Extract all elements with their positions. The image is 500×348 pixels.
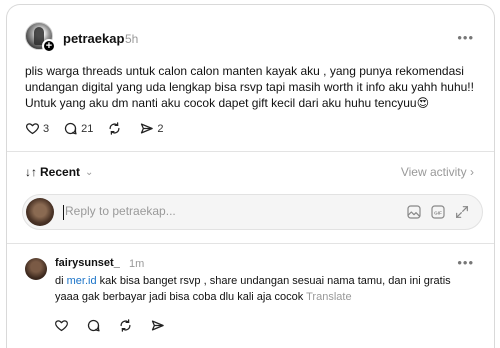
current-user-avatar bbox=[26, 198, 54, 226]
comment-text-body: kak bisa banget rsvp , share undangan se… bbox=[55, 275, 451, 303]
post-username[interactable]: petraekap bbox=[63, 31, 124, 46]
comment-avatar[interactable] bbox=[25, 258, 47, 280]
gif-icon[interactable]: GIF bbox=[430, 204, 446, 220]
view-activity-link[interactable]: View activity › bbox=[401, 165, 474, 179]
like-count: 3 bbox=[43, 122, 50, 135]
expand-icon[interactable] bbox=[454, 204, 470, 220]
divider bbox=[7, 243, 494, 244]
chevron-right-icon: › bbox=[470, 165, 474, 179]
post-timestamp: 5h bbox=[125, 32, 139, 46]
share-count: 2 bbox=[157, 122, 164, 135]
like-button[interactable]: 3 bbox=[25, 121, 49, 136]
comment-button[interactable]: 21 bbox=[63, 121, 93, 136]
comment-more-options[interactable]: ••• bbox=[457, 255, 474, 270]
repost-button[interactable] bbox=[107, 121, 125, 136]
post-body-text: plis warga threads untuk calon calon man… bbox=[25, 64, 474, 110]
share-icon bbox=[141, 123, 154, 134]
follow-plus-icon[interactable]: + bbox=[42, 39, 56, 53]
comment-username[interactable]: fairysunset_ bbox=[55, 257, 120, 269]
share-icon[interactable] bbox=[150, 318, 165, 333]
post-more-options[interactable]: ••• bbox=[457, 30, 474, 45]
mention-link[interactable]: mer.id bbox=[67, 275, 97, 287]
original-post: + petraekap 5h ••• plis warga threads un… bbox=[7, 5, 494, 151]
repost-icon[interactable] bbox=[118, 318, 133, 333]
image-icon[interactable] bbox=[406, 204, 422, 220]
share-button[interactable]: 2 bbox=[139, 121, 164, 136]
reply-input[interactable] bbox=[65, 204, 365, 218]
divider bbox=[7, 151, 494, 152]
reply-composer[interactable]: GIF bbox=[22, 194, 483, 230]
sort-arrows-icon: ↓↑ bbox=[25, 165, 37, 179]
sort-recent-dropdown[interactable]: ↓↑ Recent ⌄ bbox=[25, 165, 93, 179]
view-activity-label: View activity bbox=[400, 165, 467, 179]
post-avatar[interactable]: + bbox=[25, 22, 56, 53]
reply-count: 21 bbox=[81, 122, 94, 135]
heart-icon bbox=[26, 123, 39, 135]
sort-label: Recent bbox=[40, 165, 81, 179]
translate-link[interactable]: Translate bbox=[306, 291, 351, 303]
repost-icon bbox=[109, 122, 120, 135]
thread-card: + petraekap 5h ••• plis warga threads un… bbox=[6, 4, 495, 348]
post-actions: 3 21 2 bbox=[25, 121, 178, 136]
comment-icon bbox=[65, 122, 77, 135]
heart-icon[interactable] bbox=[54, 318, 69, 333]
svg-text:GIF: GIF bbox=[434, 210, 442, 215]
reply-tools: GIF bbox=[398, 204, 470, 220]
text-cursor bbox=[63, 205, 64, 220]
chevron-down-icon: ⌄ bbox=[85, 166, 94, 178]
comment-body-text: di mer.id kak bisa banget rsvp , share u… bbox=[55, 273, 475, 305]
comment-text-prefix: di bbox=[55, 275, 67, 287]
comment-icon[interactable] bbox=[86, 318, 101, 333]
comment-actions bbox=[54, 318, 182, 333]
comment-timestamp: 1m bbox=[129, 258, 145, 270]
